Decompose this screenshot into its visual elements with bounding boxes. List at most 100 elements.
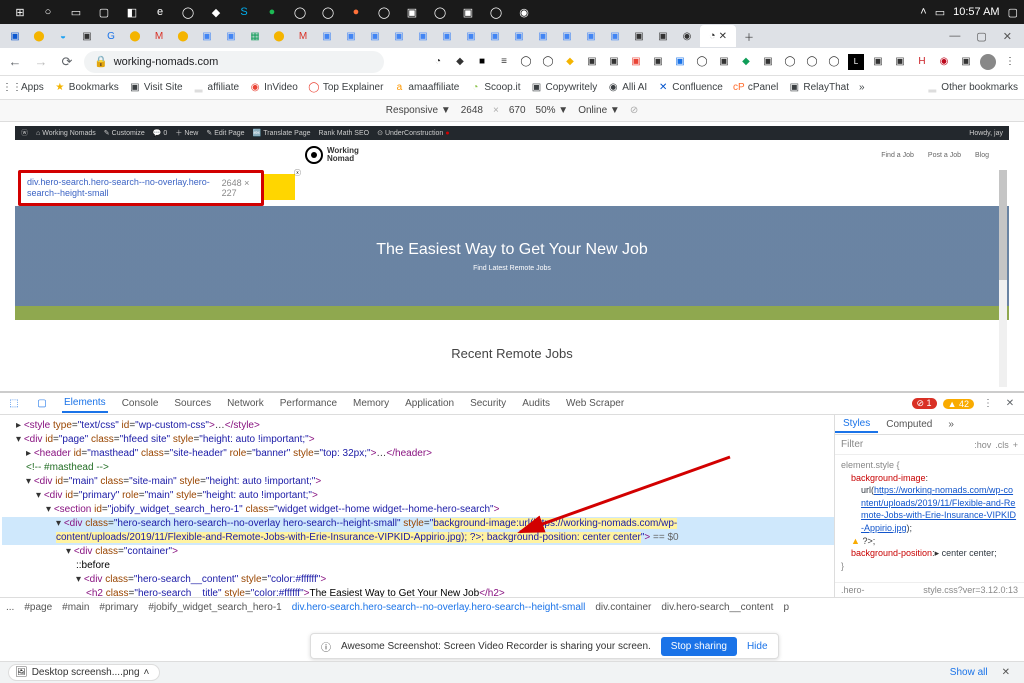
app-icon[interactable]: ◆ [206, 2, 226, 22]
device-width[interactable]: 2648 [461, 105, 483, 116]
device-height[interactable]: 670 [509, 105, 526, 116]
dom-line[interactable]: <!-- #masthead --> [2, 461, 834, 475]
styles-tab-computed[interactable]: Computed [878, 417, 940, 432]
close-icon[interactable]: ⓧ [294, 168, 301, 178]
ext-icon[interactable]: ◆ [452, 54, 468, 70]
new-tab-icon[interactable]: ＋ [738, 27, 760, 45]
wp-translate[interactable]: 🔤 Translate Page [253, 129, 311, 137]
style-rules[interactable]: element.style { background-image: url(ht… [835, 455, 1024, 582]
ext-icon[interactable]: ▣ [716, 54, 732, 70]
crumb[interactable]: #primary [99, 602, 138, 613]
ext-icon[interactable]: ▣ [870, 54, 886, 70]
tab-sources[interactable]: Sources [172, 395, 213, 412]
crumb[interactable]: div.container [595, 602, 651, 613]
app-icon[interactable]: ▣ [458, 2, 478, 22]
ext-icon[interactable]: ▣ [628, 54, 644, 70]
spotify-icon[interactable]: ● [262, 2, 282, 22]
tab-performance[interactable]: Performance [278, 395, 339, 412]
ext-icon[interactable]: L [848, 54, 864, 70]
wp-customize[interactable]: ✎ Customize [104, 129, 145, 137]
dom-line[interactable]: ▾ <div id="main" class="site-main" style… [2, 475, 834, 489]
nav-find[interactable]: Find a Job [881, 152, 914, 159]
reload-icon[interactable]: ⟳ [58, 53, 76, 71]
add-rule-icon[interactable]: + [1013, 440, 1018, 450]
crumb[interactable]: p [783, 602, 789, 613]
error-count-badge[interactable]: ⊘ 1 [912, 398, 937, 409]
ext-icon[interactable]: ◯ [826, 54, 842, 70]
tab-icon[interactable]: ▣ [628, 27, 650, 45]
wp-new[interactable]: ＋ New [175, 128, 198, 138]
tab-icon[interactable]: ▣ [460, 27, 482, 45]
tab-icon[interactable]: ◉ [676, 27, 698, 45]
clock-text[interactable]: 10:57 AM [953, 6, 999, 18]
wp-comments-icon[interactable]: 💬 0 [153, 129, 168, 137]
topexplainer-bookmark[interactable]: ◯Top Explainer [308, 82, 384, 94]
crumb[interactable]: #jobify_widget_search_hero-1 [148, 602, 281, 613]
ext-icon[interactable]: ▣ [892, 54, 908, 70]
dom-line[interactable]: ▸ <header id="masthead" class="site-head… [2, 447, 834, 461]
ext-icon[interactable]: ▣ [672, 54, 688, 70]
start-icon[interactable]: ⊞ [10, 2, 30, 22]
nav-blog[interactable]: Blog [975, 152, 989, 159]
app-icon[interactable]: ◯ [486, 2, 506, 22]
styles-tab-more[interactable]: » [940, 417, 962, 432]
close-devtools-icon[interactable]: ✕ [1002, 396, 1018, 412]
forward-icon[interactable]: → [32, 53, 50, 71]
window-close-icon[interactable]: ✕ [1003, 30, 1012, 43]
tab-icon[interactable]: ▣ [196, 27, 218, 45]
notifications-icon[interactable]: ▢ [1008, 6, 1018, 19]
app-icon[interactable]: ◯ [430, 2, 450, 22]
back-icon[interactable]: ← [6, 53, 24, 71]
tab-icon[interactable]: ▣ [220, 27, 242, 45]
avatar-icon[interactable] [980, 54, 996, 70]
tab-icon[interactable]: ▣ [436, 27, 458, 45]
dom-line-selected[interactable]: content/uploads/2019/11/Flexible-and-Rem… [2, 531, 834, 545]
wp-under[interactable]: ⊙ UnderConstruction ● [377, 129, 449, 137]
crumb[interactable]: #main [62, 602, 89, 613]
tab-close-icon[interactable]: ✕ [719, 31, 727, 42]
cortana-icon[interactable]: ○ [38, 2, 58, 22]
ext-icon[interactable]: H [914, 54, 930, 70]
crumb[interactable]: div.hero-search__content [661, 602, 773, 613]
active-tab[interactable]: ◔ ✕ [700, 25, 736, 47]
preview-scrollbar[interactable] [999, 170, 1007, 387]
crumb[interactable]: ... [6, 602, 14, 613]
apps-bookmark[interactable]: ⋮⋮Apps [6, 82, 44, 94]
settings-icon[interactable]: ⋮ [980, 396, 996, 412]
stop-sharing-button[interactable]: Stop sharing [661, 637, 737, 656]
inspect-element-icon[interactable]: ⬚ [6, 396, 22, 412]
menu-icon[interactable]: ⋮ [1002, 54, 1018, 70]
tab-icon[interactable]: ▣ [484, 27, 506, 45]
dom-line[interactable]: ▾ <div class="hero-search__content" styl… [2, 573, 834, 587]
tab-icon[interactable]: ▣ [340, 27, 362, 45]
other-bookmarks[interactable]: ▂Other bookmarks [926, 82, 1018, 94]
bookmark-overflow-icon[interactable]: » [859, 82, 865, 93]
chrome-icon[interactable]: ◉ [514, 2, 534, 22]
device-toggle-icon[interactable]: ▢ [34, 396, 50, 412]
taskview-icon[interactable]: ▭ [66, 2, 86, 22]
wp-adminbar[interactable]: ⓦ ⌂ Working Nomads ✎ Customize 💬 0 ＋ New… [15, 126, 1009, 140]
elements-tree[interactable]: ▸ <style type="text/css" id="wp-custom-c… [0, 415, 834, 597]
styles-filter[interactable]: Filter [841, 439, 863, 450]
bookmarks-link[interactable]: ★Bookmarks [54, 82, 119, 94]
tab-icon[interactable]: ⬤ [124, 27, 146, 45]
dom-line[interactable]: ▾ <div id="page" class="hfeed site" styl… [2, 433, 834, 447]
ext-icon[interactable]: ▣ [958, 54, 974, 70]
ext-icon[interactable]: ≡ [496, 54, 512, 70]
explorer-icon[interactable]: ▢ [94, 2, 114, 22]
ext-icon[interactable]: ■ [474, 54, 490, 70]
tab-network[interactable]: Network [225, 395, 266, 412]
wp-howdy[interactable]: Howdy, jay [969, 130, 1003, 137]
crumb-selected[interactable]: div.hero-search.hero-search--no-overlay.… [292, 602, 586, 613]
ext-icon[interactable]: ◯ [782, 54, 798, 70]
download-chip[interactable]: 🖼 Desktop screensh....png ˄ [8, 664, 160, 681]
crumb[interactable]: #page [24, 602, 52, 613]
tab-icon[interactable]: ▣ [412, 27, 434, 45]
ext-icon[interactable]: ▣ [650, 54, 666, 70]
tab-icon[interactable]: ▣ [388, 27, 410, 45]
hov-toggle[interactable]: :hov [974, 440, 991, 450]
bg-url[interactable]: https://working-nomads.com/wp-content/up… [861, 485, 1016, 533]
close-downloadbar-icon[interactable]: ✕ [996, 667, 1016, 678]
tab-memory[interactable]: Memory [351, 395, 391, 412]
device-network[interactable]: Online ▼ [578, 105, 620, 116]
